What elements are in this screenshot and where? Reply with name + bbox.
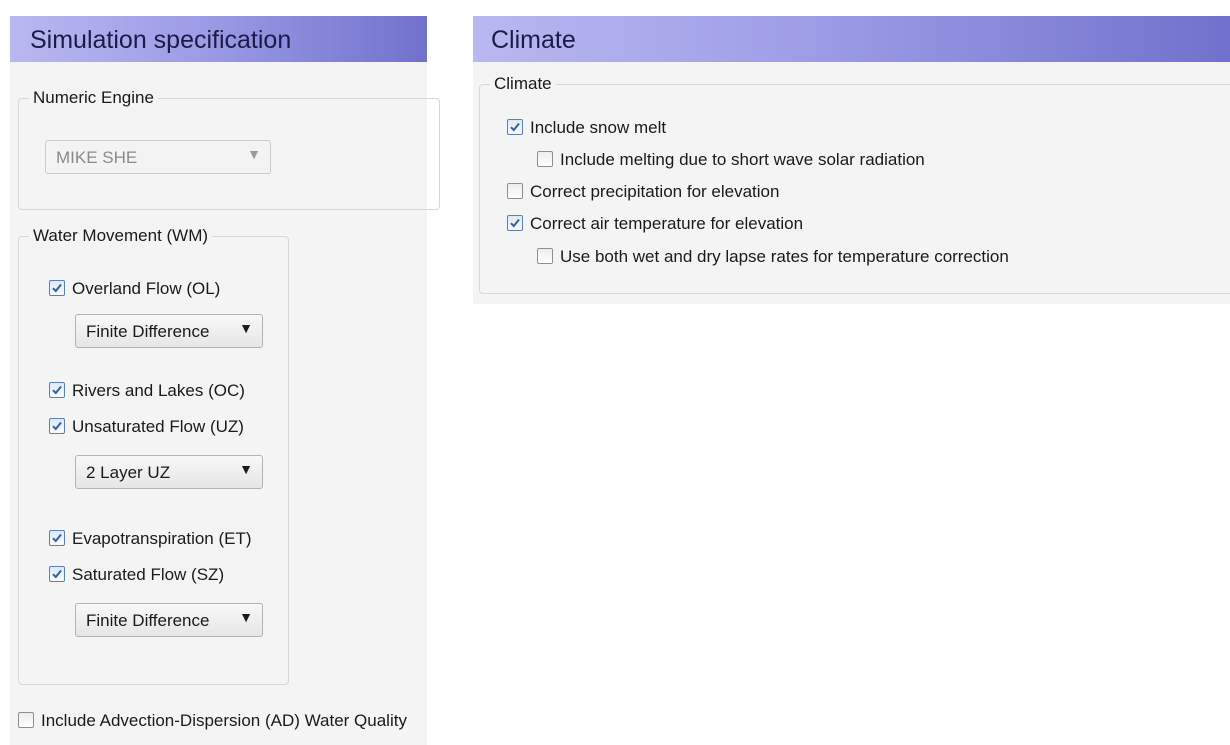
lapse-rates-label: Use both wet and dry lapse rates for tem… (560, 247, 1009, 266)
snow-melt-checkbox[interactable] (507, 119, 523, 135)
air-temp-elevation-checkbox[interactable] (507, 215, 523, 231)
checkmark-icon (52, 569, 62, 579)
panel-title: Climate (491, 26, 576, 54)
chevron-down-icon[interactable]: ▼ (239, 461, 253, 477)
evapotranspiration-checkbox[interactable] (49, 530, 65, 546)
rivers-lakes-checkbox[interactable] (49, 382, 65, 398)
saturated-flow-method-select[interactable]: Finite Difference ▼ (75, 603, 263, 637)
lapse-rates-checkbox[interactable] (537, 248, 553, 264)
advection-dispersion-label: Include Advection-Dispersion (AD) Water … (41, 711, 407, 730)
numeric-engine-select: MIKE SHE ▼ (45, 140, 271, 174)
saturated-flow-checkbox[interactable] (49, 566, 65, 582)
rivers-lakes-label: Rivers and Lakes (OC) (72, 381, 245, 400)
checkmark-icon (510, 218, 520, 228)
precip-elevation-checkbox[interactable] (507, 183, 523, 199)
checkmark-icon (52, 533, 62, 543)
climate-header: Climate (473, 16, 1230, 62)
saturated-flow-label: Saturated Flow (SZ) (72, 565, 225, 584)
chevron-down-icon: ▼ (247, 146, 261, 162)
checkmark-icon (52, 385, 62, 395)
air-temp-elevation-label: Correct air temperature for elevation (530, 214, 804, 233)
simulation-specification-header: Simulation specification (10, 16, 427, 62)
checkmark-icon (510, 122, 520, 132)
unsaturated-flow-method-value: 2 Layer UZ (86, 463, 171, 482)
chevron-down-icon[interactable]: ▼ (239, 320, 253, 336)
panel-title: Simulation specification (30, 26, 292, 54)
chevron-down-icon[interactable]: ▼ (239, 609, 253, 625)
short-wave-label: Include melting due to short wave solar … (560, 150, 925, 169)
checkmark-icon (52, 421, 62, 431)
climate-panel: Climate Climate Include snow melt Includ… (473, 16, 1230, 304)
simulation-specification-panel: Simulation specification Numeric Engine … (10, 16, 440, 745)
overland-flow-method-select[interactable]: Finite Difference ▼ (75, 314, 263, 348)
overland-flow-label: Overland Flow (OL) (72, 279, 221, 298)
saturated-flow-method-value: Finite Difference (86, 611, 210, 630)
unsaturated-flow-method-select[interactable]: 2 Layer UZ ▼ (75, 455, 263, 489)
overland-flow-method-value: Finite Difference (86, 322, 210, 341)
unsaturated-flow-label: Unsaturated Flow (UZ) (72, 417, 244, 436)
checkmark-icon (52, 283, 62, 293)
evapotranspiration-label: Evapotranspiration (ET) (72, 529, 252, 548)
advection-dispersion-checkbox[interactable] (18, 712, 34, 728)
climate-group-legend: Climate (494, 74, 552, 93)
short-wave-checkbox[interactable] (537, 151, 553, 167)
numeric-engine-legend: Numeric Engine (33, 88, 154, 107)
overland-flow-checkbox[interactable] (49, 280, 65, 296)
snow-melt-label: Include snow melt (530, 118, 667, 137)
precip-elevation-label: Correct precipitation for elevation (530, 182, 780, 201)
water-movement-legend: Water Movement (WM) (33, 226, 209, 245)
numeric-engine-value: MIKE SHE (56, 148, 138, 167)
unsaturated-flow-checkbox[interactable] (49, 418, 65, 434)
